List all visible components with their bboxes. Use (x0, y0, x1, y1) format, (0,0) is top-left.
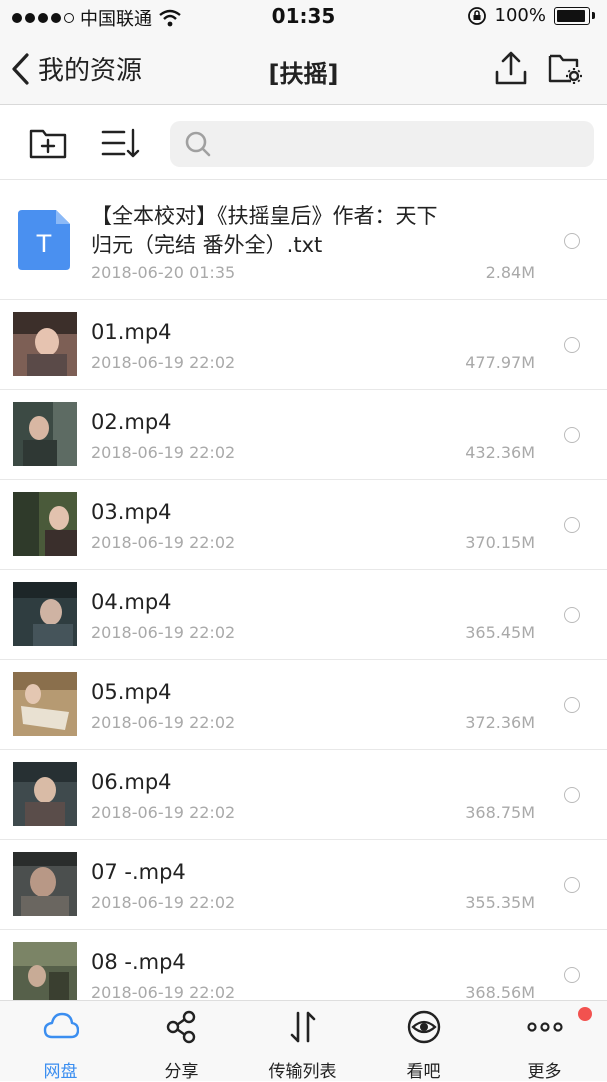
file-list: T 【全本校对】《扶摇皇后》作者：天下 归元（完结 番外全）.txt 2018-… (0, 180, 607, 1020)
file-size: 368.75M (465, 803, 535, 822)
video-thumbnail (13, 402, 77, 466)
back-label: 我的资源 (38, 56, 143, 86)
video-thumbnail (13, 492, 77, 556)
tab-label: 看吧 (406, 1062, 441, 1082)
notification-badge (578, 1007, 592, 1021)
select-radio[interactable] (564, 877, 580, 893)
file-name: 【全本校对】《扶摇皇后》作者：天下 (91, 204, 438, 228)
select-radio[interactable] (564, 517, 580, 533)
file-row[interactable]: 01.mp4 2018-06-19 22:02 477.97M (0, 300, 607, 390)
search-box[interactable] (170, 121, 594, 167)
search-icon (185, 131, 211, 157)
file-date: 2018-06-19 22:02 (91, 443, 236, 462)
tab-label: 网盘 (43, 1062, 78, 1082)
video-thumbnail (13, 672, 77, 736)
file-size: 372.36M (465, 713, 535, 732)
select-radio[interactable] (564, 697, 580, 713)
txt-icon-letter: T (36, 230, 52, 258)
tab-watch[interactable]: 看吧 (363, 1001, 484, 1082)
file-date: 2018-06-19 22:02 (91, 803, 236, 822)
file-date: 2018-06-20 01:35 (91, 263, 236, 282)
video-thumbnail (13, 582, 77, 646)
file-size: 355.35M (465, 893, 535, 912)
battery-percent: 100% (494, 5, 546, 26)
tab-bar: 网盘 分享 传输列表 看吧 更多 (0, 1000, 607, 1082)
sort-icon[interactable] (100, 125, 140, 161)
file-name-line2: 归元（完结 番外全）.txt (91, 233, 323, 257)
file-size: 2.84M (485, 263, 535, 282)
tab-label: 传输列表 (268, 1062, 337, 1082)
file-row[interactable]: T 【全本校对】《扶摇皇后》作者：天下 归元（完结 番外全）.txt 2018-… (0, 180, 607, 300)
file-row[interactable]: 03.mp4 2018-06-19 22:02 370.15M (0, 480, 607, 570)
file-date: 2018-06-19 22:02 (91, 533, 236, 552)
select-radio[interactable] (564, 427, 580, 443)
file-date: 2018-06-19 22:02 (91, 893, 236, 912)
file-name: 04.mp4 (91, 590, 172, 614)
upload-icon[interactable] (494, 50, 528, 86)
select-radio[interactable] (564, 607, 580, 623)
select-radio[interactable] (564, 787, 580, 803)
share-icon (166, 1010, 196, 1044)
file-date: 2018-06-19 22:02 (91, 353, 236, 372)
transfer-icon (290, 1011, 316, 1043)
more-icon (527, 1022, 563, 1032)
file-date: 2018-06-19 22:02 (91, 713, 236, 732)
file-name: 07 -.mp4 (91, 860, 186, 884)
video-thumbnail (13, 762, 77, 826)
txt-file-icon: T (18, 210, 70, 270)
file-name: 01.mp4 (91, 320, 172, 344)
file-name: 05.mp4 (91, 680, 172, 704)
eye-icon (407, 1010, 441, 1044)
toolbar (0, 105, 607, 180)
file-size: 477.97M (465, 353, 535, 372)
status-right: 100% (467, 5, 595, 26)
orientation-lock-icon (467, 6, 486, 25)
tab-label: 分享 (164, 1062, 199, 1082)
video-thumbnail (13, 312, 77, 376)
video-thumbnail (13, 942, 77, 1006)
tab-share[interactable]: 分享 (121, 1001, 242, 1082)
select-radio[interactable] (564, 967, 580, 983)
select-radio[interactable] (564, 233, 580, 249)
folder-settings-icon[interactable] (547, 50, 583, 86)
cloud-icon (43, 1012, 79, 1039)
file-size: 432.36M (465, 443, 535, 462)
back-button[interactable]: 我的资源 (10, 50, 142, 87)
status-bar: 中国联通 01:35 100% (0, 0, 607, 34)
search-input[interactable] (220, 132, 584, 156)
file-name: 03.mp4 (91, 500, 172, 524)
file-row[interactable]: 07 -.mp4 2018-06-19 22:02 355.35M (0, 840, 607, 930)
navigation-bar: 我的资源 [扶摇] (0, 34, 607, 105)
file-name: 08 -.mp4 (91, 950, 186, 974)
file-row[interactable]: 06.mp4 2018-06-19 22:02 368.75M (0, 750, 607, 840)
file-row[interactable]: 05.mp4 2018-06-19 22:02 372.36M (0, 660, 607, 750)
file-size: 365.45M (465, 623, 535, 642)
tab-transfer-list[interactable]: 传输列表 (242, 1001, 363, 1082)
tab-label: 更多 (527, 1062, 562, 1082)
new-folder-icon[interactable] (28, 125, 68, 161)
select-radio[interactable] (564, 337, 580, 353)
file-row[interactable]: 04.mp4 2018-06-19 22:02 365.45M (0, 570, 607, 660)
file-name: 06.mp4 (91, 770, 172, 794)
video-thumbnail (13, 852, 77, 916)
file-name: 02.mp4 (91, 410, 172, 434)
battery-icon (554, 6, 590, 25)
file-date: 2018-06-19 22:02 (91, 623, 236, 642)
chevron-left-icon (12, 52, 29, 85)
file-size: 370.15M (465, 533, 535, 552)
tab-netdisk[interactable]: 网盘 (0, 1001, 121, 1082)
file-row[interactable]: 02.mp4 2018-06-19 22:02 432.36M (0, 390, 607, 480)
